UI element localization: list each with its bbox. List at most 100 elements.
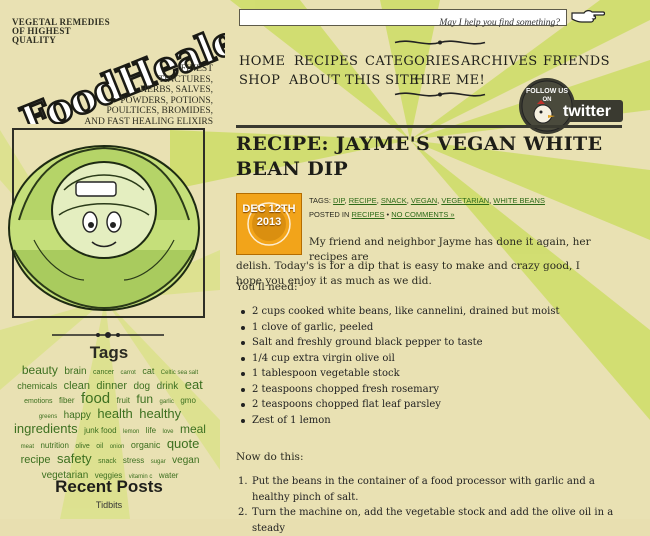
nav-flourish-bottom xyxy=(394,92,486,97)
tag-link[interactable]: carrot xyxy=(121,370,136,376)
nav-hire-me[interactable]: Hire Me! xyxy=(414,73,485,88)
recent-post-link[interactable]: Tidbits xyxy=(0,500,218,510)
post-tag-link[interactable]: SNACK xyxy=(381,196,407,205)
tags-label: TAGS: xyxy=(309,196,331,205)
sidebar-flourish xyxy=(52,332,164,338)
tag-link[interactable]: dog xyxy=(133,381,150,392)
twitter-follow-text: FOLLOW US xyxy=(526,88,568,95)
tag-link[interactable]: fiber xyxy=(59,396,75,405)
tag-link[interactable]: love xyxy=(162,429,173,435)
tag-link[interactable]: Celtic sea salt xyxy=(161,370,198,376)
nav-flourish-top xyxy=(394,40,486,45)
tag-link[interactable]: healthy xyxy=(139,406,181,421)
tag-link[interactable]: eat xyxy=(185,377,203,392)
post-tag-link[interactable]: VEGETARIAN xyxy=(441,196,489,205)
logo-list-line: Herbs, Salves, xyxy=(140,85,213,95)
pointing-hand-search-icon[interactable] xyxy=(570,6,606,26)
post-meta: TAGS: DIP, RECIPE, SNACK, VEGAN, VEGETAR… xyxy=(309,194,629,222)
post-comments-link[interactable]: NO COMMENTS » xyxy=(391,210,454,219)
logo-list-line: Powders, Potions, xyxy=(120,95,213,106)
tag-link[interactable]: drink xyxy=(157,381,179,392)
tag-link[interactable]: garlic xyxy=(160,399,174,405)
ingredient-item: 1/4 cup extra virgin olive oil xyxy=(236,351,616,367)
tag-link[interactable]: safety xyxy=(57,451,92,466)
tag-link[interactable]: fun xyxy=(136,392,153,406)
tag-link[interactable]: chemicals xyxy=(17,381,57,391)
post-tag-link[interactable]: RECIPE xyxy=(349,196,377,205)
nav-categories[interactable]: Categories xyxy=(365,54,460,69)
steps-heading: Now do this: xyxy=(236,451,304,463)
tag-link[interactable]: cat xyxy=(142,366,154,376)
post-category-link[interactable]: RECIPES xyxy=(352,210,385,219)
tag-cloud: beauty brain cancer carrot cat Celtic se… xyxy=(12,364,208,483)
step-item: 2. Turn the machine on, add the vegetable… xyxy=(238,507,614,534)
tag-link[interactable]: life xyxy=(146,426,156,435)
tag-link[interactable]: food xyxy=(81,390,110,407)
post-category-line: POSTED IN RECIPES • NO COMMENTS » xyxy=(309,210,455,219)
ingredient-item: Zest of 1 lemon xyxy=(236,413,616,429)
ingredient-item: 1 tablespoon vegetable stock xyxy=(236,366,616,382)
post-title[interactable]: Recipe: Jayme's Vegan White Bean Dip xyxy=(236,132,636,182)
posted-in-label: POSTED IN xyxy=(309,210,350,219)
step-item: 1. Put the beans in the container of a fo… xyxy=(238,476,595,503)
nav-archives[interactable]: Archives xyxy=(461,54,538,69)
tag-link[interactable]: health xyxy=(97,406,132,421)
tag-link[interactable]: olive xyxy=(75,443,89,450)
tag-link[interactable]: ingredients xyxy=(14,421,78,436)
post-date-text: DEC 12TH 2013 xyxy=(236,203,302,229)
recent-posts-heading: Recent Posts xyxy=(55,477,163,496)
ingredient-item: 1 clove of garlic, peeled xyxy=(236,320,616,336)
logo-list-line: and Fast Healing Elixirs xyxy=(84,116,213,127)
tag-link[interactable]: greens xyxy=(39,414,57,420)
twitter-on-text: ON xyxy=(543,97,552,103)
tag-link[interactable]: quote xyxy=(167,436,200,451)
nav-recipes[interactable]: Recipes xyxy=(294,54,358,69)
tag-link[interactable]: brain xyxy=(64,366,86,377)
nav-friends[interactable]: Friends xyxy=(543,54,610,69)
ingredient-item: Salt and freshly ground black pepper to … xyxy=(236,335,616,351)
tag-link[interactable]: lemon xyxy=(123,429,139,435)
tag-link[interactable]: sugar xyxy=(151,459,166,465)
post-date-day: DEC 12TH xyxy=(242,203,296,215)
cabbage-mascot-illustration xyxy=(8,145,200,311)
tag-link[interactable]: meal xyxy=(180,422,206,436)
search-box xyxy=(239,9,567,31)
tag-link[interactable]: vegan xyxy=(172,455,199,466)
tag-link[interactable]: gmo xyxy=(180,396,196,405)
steps-list: 1. Put the beans in the container of a fo… xyxy=(236,474,626,536)
ingredients-heading: You'll need: xyxy=(236,281,298,293)
tag-link[interactable]: oil xyxy=(96,443,103,450)
post-tags-line: TAGS: DIP, RECIPE, SNACK, VEGAN, VEGETAR… xyxy=(309,196,545,205)
post-tag-link[interactable]: DIP xyxy=(333,196,345,205)
ingredients-list: 2 cups cooked white beans, like cannelin… xyxy=(236,304,616,428)
logo-list-line: Finest xyxy=(180,64,213,74)
tag-link[interactable]: emotions xyxy=(24,398,52,405)
logo-list-line: Poultices, Bromides, xyxy=(106,106,213,116)
tags-heading: Tags xyxy=(89,343,129,362)
tag-link[interactable]: snack xyxy=(98,458,116,465)
tag-link[interactable]: cancer xyxy=(93,369,114,376)
tag-link[interactable]: junk food xyxy=(84,426,116,435)
tag-link[interactable]: organic xyxy=(131,440,161,450)
post-tag-link[interactable]: WHITE BEANS xyxy=(493,196,545,205)
nav-home[interactable]: Home xyxy=(239,54,285,69)
tag-link[interactable]: recipe xyxy=(21,454,51,466)
tag-link[interactable]: happy xyxy=(64,410,91,421)
logo-product-list: Finest Tinctures, Herbs, Salves, Powders… xyxy=(70,64,213,127)
ingredient-item: 2 teaspoons chopped fresh rosemary xyxy=(236,382,616,398)
logo-list-line: Tinctures, xyxy=(158,74,213,85)
nav-shop[interactable]: Shop xyxy=(239,73,280,88)
post-tag-link[interactable]: VEGAN xyxy=(411,196,437,205)
tag-link[interactable]: beauty xyxy=(22,363,58,377)
twitter-brand-text: twitter xyxy=(563,103,611,120)
tag-link[interactable]: onion xyxy=(110,444,125,450)
tag-link[interactable]: fruit xyxy=(117,396,130,405)
tag-link[interactable]: stress xyxy=(123,456,144,465)
post-date-year: 2013 xyxy=(256,216,282,228)
ingredient-item: 2 cups cooked white beans, like cannelin… xyxy=(236,304,616,320)
search-input[interactable] xyxy=(240,15,566,31)
nav-about[interactable]: About This Site xyxy=(289,73,419,88)
tag-link[interactable]: nutrition xyxy=(40,441,68,450)
tag-link[interactable]: meat xyxy=(21,444,34,450)
header-divider xyxy=(236,125,622,128)
